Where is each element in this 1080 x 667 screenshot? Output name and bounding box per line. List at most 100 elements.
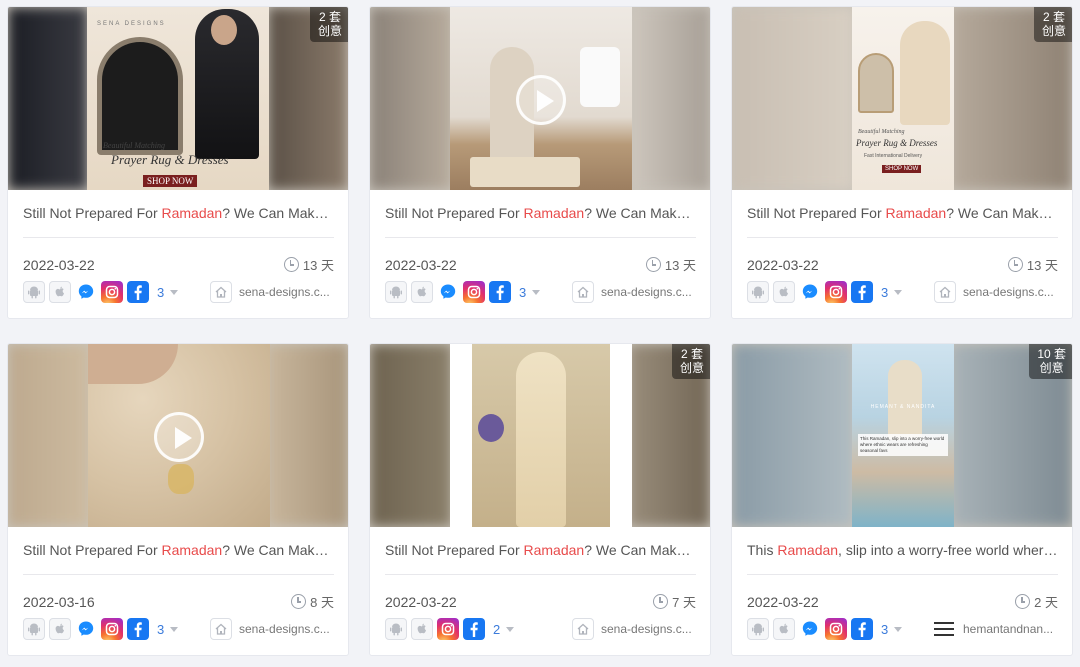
ad-title[interactable]: Still Not Prepared For Ramadan? We Can M… bbox=[747, 205, 1059, 221]
ad-thumbnail[interactable]: HEMANT & NANDITA This Ramadan, slip into… bbox=[732, 344, 1072, 527]
poster-cta: SHOP NOW bbox=[882, 165, 922, 173]
ad-thumbnail[interactable]: SENA DESIGNS Beautiful Matching Prayer R… bbox=[8, 7, 348, 190]
platform-icons: 2 bbox=[385, 618, 515, 640]
divider bbox=[385, 574, 696, 575]
clock-icon bbox=[291, 594, 307, 609]
ad-card[interactable]: SENA DESIGNS Beautiful Matching Prayer R… bbox=[7, 6, 349, 319]
advertiser-domain[interactable]: hemantandnan... bbox=[934, 618, 1053, 640]
android-icon bbox=[23, 281, 45, 303]
days-running: 13 天 bbox=[1007, 255, 1058, 274]
ad-date: 2022-03-22 bbox=[23, 257, 95, 273]
platform-count-dropdown[interactable]: 3 bbox=[157, 622, 179, 637]
days-running: 13 天 bbox=[283, 255, 334, 274]
ad-card[interactable]: 2 套创意 Still Not Prepared For Ramadan? We… bbox=[369, 343, 711, 656]
ad-card[interactable]: Beautiful Matching Prayer Rug & Dresses … bbox=[731, 6, 1073, 319]
advertiser-domain[interactable]: sena-designs.c... bbox=[934, 281, 1054, 303]
creative-count-badge: 2 套创意 bbox=[671, 344, 710, 379]
chevron-down-icon bbox=[170, 289, 179, 295]
home-icon bbox=[572, 618, 594, 640]
platform-count-dropdown[interactable]: 3 bbox=[157, 285, 179, 300]
apple-icon bbox=[49, 281, 71, 303]
ad-title[interactable]: Still Not Prepared For Ramadan? We Can M… bbox=[385, 542, 697, 558]
home-icon bbox=[934, 281, 956, 303]
instagram-icon bbox=[825, 618, 847, 640]
apple-icon bbox=[411, 618, 433, 640]
platform-icons: 3 bbox=[23, 618, 179, 640]
ad-title[interactable]: Still Not Prepared For Ramadan? We Can M… bbox=[23, 205, 335, 221]
ad-photo bbox=[450, 344, 632, 527]
apple-icon bbox=[411, 281, 433, 303]
poster-brand: HEMANT & NANDITA bbox=[870, 404, 936, 410]
ad-title[interactable]: This Ramadan, slip into a worry-free wor… bbox=[747, 542, 1059, 558]
apple-icon bbox=[773, 281, 795, 303]
facebook-icon bbox=[851, 618, 873, 640]
home-icon bbox=[210, 281, 232, 303]
days-running: 13 天 bbox=[645, 255, 696, 274]
facebook-icon bbox=[127, 281, 149, 303]
ad-thumbnail[interactable] bbox=[8, 344, 348, 527]
clock-icon bbox=[645, 257, 661, 272]
creative-count-badge: 10 套创意 bbox=[1029, 344, 1072, 379]
advertiser-domain[interactable]: sena-designs.c... bbox=[572, 618, 692, 640]
ad-date: 2022-03-22 bbox=[385, 257, 457, 273]
ad-thumbnail[interactable] bbox=[370, 7, 710, 190]
play-icon[interactable] bbox=[516, 75, 566, 125]
facebook-icon bbox=[127, 618, 149, 640]
chevron-down-icon bbox=[170, 626, 179, 632]
messenger-icon bbox=[75, 618, 97, 640]
android-icon bbox=[23, 618, 45, 640]
advertiser-domain[interactable]: sena-designs.c... bbox=[210, 618, 330, 640]
clock-icon bbox=[1007, 257, 1023, 272]
ad-poster: Beautiful Matching Prayer Rug & Dresses … bbox=[852, 7, 954, 190]
poster-text: This Ramadan, slip into a worry-free wor… bbox=[858, 434, 948, 456]
ad-poster: HEMANT & NANDITA This Ramadan, slip into… bbox=[852, 344, 954, 527]
clock-icon bbox=[1015, 594, 1031, 609]
chevron-down-icon bbox=[894, 626, 903, 632]
platform-icons: 3 bbox=[385, 281, 541, 303]
chevron-down-icon bbox=[506, 626, 515, 632]
chevron-down-icon bbox=[532, 289, 541, 295]
android-icon bbox=[385, 281, 407, 303]
ad-thumbnail[interactable]: Beautiful Matching Prayer Rug & Dresses … bbox=[732, 7, 1072, 190]
ad-thumbnail[interactable]: 2 套创意 bbox=[370, 344, 710, 527]
ad-card[interactable]: Still Not Prepared For Ramadan? We Can M… bbox=[369, 6, 711, 319]
divider bbox=[747, 574, 1058, 575]
advertiser-domain[interactable]: sena-designs.c... bbox=[572, 281, 692, 303]
platform-icons: 3 bbox=[747, 618, 903, 640]
android-icon bbox=[747, 618, 769, 640]
clock-icon bbox=[653, 594, 669, 609]
poster-cta: SHOP NOW bbox=[143, 175, 198, 187]
instagram-icon bbox=[437, 618, 459, 640]
platform-count-dropdown[interactable]: 3 bbox=[881, 622, 903, 637]
home-icon bbox=[210, 618, 232, 640]
platform-icons: 3 bbox=[747, 281, 903, 303]
menu-icon bbox=[934, 618, 956, 640]
android-icon bbox=[747, 281, 769, 303]
messenger-icon bbox=[437, 281, 459, 303]
poster-line1: Beautiful Matching bbox=[103, 141, 165, 150]
platform-count-dropdown[interactable]: 3 bbox=[881, 285, 903, 300]
platform-count-dropdown[interactable]: 2 bbox=[493, 622, 515, 637]
instagram-icon bbox=[463, 281, 485, 303]
poster-brand: SENA DESIGNS bbox=[97, 21, 166, 27]
instagram-icon bbox=[101, 618, 123, 640]
divider bbox=[747, 237, 1058, 238]
divider bbox=[23, 574, 334, 575]
apple-icon bbox=[49, 618, 71, 640]
platform-count-dropdown[interactable]: 3 bbox=[519, 285, 541, 300]
poster-line2: Prayer Rug & Dresses bbox=[111, 152, 229, 167]
messenger-icon bbox=[799, 618, 821, 640]
creative-count-badge: 2 套创意 bbox=[1033, 7, 1072, 42]
ad-title[interactable]: Still Not Prepared For Ramadan? We Can M… bbox=[385, 205, 697, 221]
ad-title[interactable]: Still Not Prepared For Ramadan? We Can M… bbox=[23, 542, 335, 558]
play-icon[interactable] bbox=[154, 412, 204, 462]
clock-icon bbox=[283, 257, 299, 272]
ad-card[interactable]: Still Not Prepared For Ramadan? We Can M… bbox=[7, 343, 349, 656]
facebook-icon bbox=[851, 281, 873, 303]
messenger-icon bbox=[75, 281, 97, 303]
advertiser-domain[interactable]: sena-designs.c... bbox=[210, 281, 330, 303]
facebook-icon bbox=[463, 618, 485, 640]
poster-line1: Beautiful Matching bbox=[858, 129, 905, 135]
platform-icons: 3 bbox=[23, 281, 179, 303]
ad-card[interactable]: HEMANT & NANDITA This Ramadan, slip into… bbox=[731, 343, 1073, 656]
